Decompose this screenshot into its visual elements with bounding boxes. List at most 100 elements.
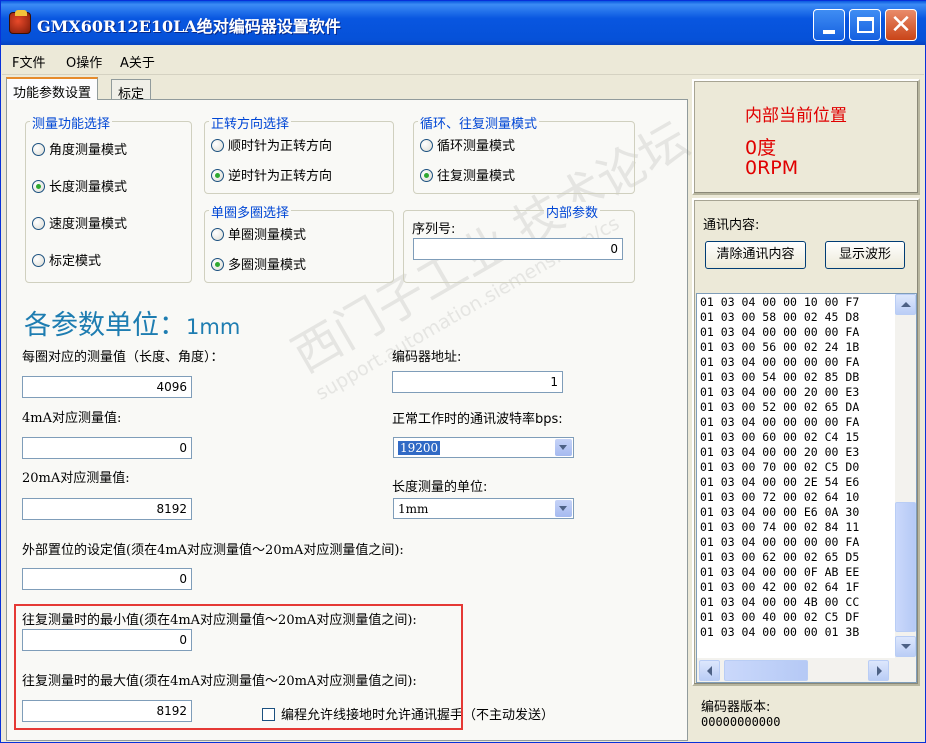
scroll-left-icon[interactable] xyxy=(699,660,720,681)
scroll-up-icon[interactable] xyxy=(895,294,916,315)
ma4-field[interactable]: 0 xyxy=(22,437,192,459)
units-title: 各参数单位： xyxy=(24,310,186,341)
version-value: 00000000000 xyxy=(701,715,781,729)
log-line: 01 03 04 00 00 20 00 E3 xyxy=(700,445,860,459)
chevron-down-icon xyxy=(555,439,572,456)
scroll-down-icon[interactable] xyxy=(895,636,916,657)
cycle-mode-group: 循环、往复测量模式 循环测量模式 往复测量模式 xyxy=(413,113,635,194)
position-rpm: 0RPM xyxy=(745,157,799,179)
radio-indicator-selected xyxy=(211,169,224,182)
ma4-label: 4mA对应测量值: xyxy=(22,411,122,426)
turn-mode-group: 单圈多圈选择 单圈测量模式 多圈测量模式 xyxy=(204,202,394,283)
length-unit-select[interactable]: 1mm xyxy=(393,498,574,519)
radio-length-mode[interactable]: 长度测量模式 xyxy=(32,176,127,195)
ma20-field[interactable]: 8192 xyxy=(22,498,192,520)
comm-log[interactable]: 01 03 04 00 00 10 00 F7 01 03 00 58 00 02… xyxy=(696,293,917,683)
log-line: 01 03 00 74 00 02 84 11 xyxy=(700,520,860,534)
external-set-field[interactable]: 0 xyxy=(22,568,192,590)
external-set-label: 外部置位的设定值(须在4mA对应测量值～20mA对应测量值之间): xyxy=(22,543,404,558)
units-value: 1mm xyxy=(186,315,241,339)
horizontal-scrollbar[interactable] xyxy=(697,658,916,682)
position-degrees: 0度 xyxy=(745,137,777,159)
version-label: 编码器版本: xyxy=(701,700,771,715)
log-line: 01 03 00 40 00 02 C5 DF xyxy=(700,610,860,624)
measure-function-title: 测量功能选择 xyxy=(30,113,113,132)
serial-label: 序列号: xyxy=(412,222,456,237)
maximize-button[interactable] xyxy=(849,9,881,41)
radio-cycle-mode[interactable]: 循环测量模式 xyxy=(420,135,515,154)
close-button[interactable]: ✕ xyxy=(885,9,917,41)
comm-title: 通讯内容: xyxy=(703,218,760,233)
radio-label: 速度测量模式 xyxy=(49,217,128,232)
radio-indicator xyxy=(32,217,45,230)
app-window: GMX60R12E10LA绝对编码器设置软件 ✕ F文件 O操作 A关于 功能参… xyxy=(0,0,926,743)
menu-about[interactable]: A关于 xyxy=(120,52,155,71)
radio-indicator-selected xyxy=(420,169,433,182)
radio-angle-mode[interactable]: 角度测量模式 xyxy=(32,139,127,158)
menu-bar: F文件 O操作 A关于 xyxy=(2,45,924,75)
ma20-label: 20mA对应测量值: xyxy=(22,471,130,486)
log-line: 01 03 00 54 00 02 85 DB xyxy=(700,370,860,384)
menu-file[interactable]: F文件 xyxy=(12,52,45,71)
vertical-scrollbar[interactable] xyxy=(895,294,916,658)
log-line: 01 03 04 00 00 00 01 3B xyxy=(700,625,860,639)
radio-indicator xyxy=(211,139,224,152)
position-panel: 内部当前位置 0度 0RPM xyxy=(692,79,920,195)
clear-comm-button[interactable]: 清除通讯内容 xyxy=(705,241,806,269)
tab-function-params[interactable]: 功能参数设置 xyxy=(6,77,99,101)
serial-field[interactable]: 0 xyxy=(413,238,623,260)
radio-clockwise[interactable]: 顺时针为正转方向 xyxy=(211,135,332,154)
minimize-button[interactable] xyxy=(813,9,845,41)
log-line: 01 03 00 42 00 02 64 1F xyxy=(700,580,860,594)
radio-label: 顺时针为正转方向 xyxy=(228,139,333,154)
baud-select[interactable]: 19200 xyxy=(393,437,574,458)
radio-single-turn[interactable]: 单圈测量模式 xyxy=(211,224,306,243)
window-title: GMX60R12E10LA绝对编码器设置软件 xyxy=(37,17,341,36)
per-turn-field[interactable]: 4096 xyxy=(22,376,192,398)
radio-indicator xyxy=(211,228,224,241)
log-line: 01 03 04 00 00 00 00 FA xyxy=(700,325,860,339)
log-line: 01 03 00 72 00 02 64 10 xyxy=(700,490,860,504)
turn-mode-title: 单圈多圈选择 xyxy=(209,202,292,221)
radio-label: 角度测量模式 xyxy=(49,143,128,158)
internal-params-group: 内部参数 序列号: 0 xyxy=(403,202,635,283)
log-line: 01 03 04 00 00 00 00 FA xyxy=(700,355,860,369)
title-bar[interactable]: GMX60R12E10LA绝对编码器设置软件 ✕ xyxy=(1,1,926,45)
menu-operate[interactable]: O操作 xyxy=(66,52,102,71)
radio-indicator xyxy=(420,139,433,152)
log-line: 01 03 00 60 00 02 C4 15 xyxy=(700,430,860,444)
position-title: 内部当前位置 xyxy=(745,106,847,126)
radio-label: 单圈测量模式 xyxy=(228,228,307,243)
baud-select-value: 19200 xyxy=(398,441,441,455)
maximize-icon xyxy=(857,17,874,33)
address-label: 编码器地址: xyxy=(392,350,462,365)
highlight-box xyxy=(14,604,463,730)
minimize-icon xyxy=(823,30,835,34)
log-line: 01 03 04 00 00 4B 00 CC xyxy=(700,595,860,609)
internal-params-title: 内部参数 xyxy=(544,202,601,221)
app-icon xyxy=(9,10,31,34)
log-line: 01 03 04 00 00 00 00 FA xyxy=(700,535,860,549)
radio-calibrate-mode[interactable]: 标定模式 xyxy=(32,250,101,269)
radio-label: 标定模式 xyxy=(49,254,102,269)
log-line: 01 03 04 00 00 0F AB EE xyxy=(700,565,860,579)
radio-label: 长度测量模式 xyxy=(49,180,128,195)
radio-speed-mode[interactable]: 速度测量模式 xyxy=(32,213,127,232)
show-waveform-button[interactable]: 显示波形 xyxy=(825,241,905,269)
scroll-right-icon[interactable] xyxy=(868,660,889,681)
radio-multi-turn[interactable]: 多圈测量模式 xyxy=(211,254,306,273)
address-field[interactable]: 1 xyxy=(392,371,563,393)
cycle-mode-title: 循环、往复测量模式 xyxy=(418,113,540,132)
vertical-scroll-thumb[interactable] xyxy=(895,502,916,632)
radio-indicator xyxy=(32,143,45,156)
length-unit-label: 长度测量的单位: xyxy=(392,480,488,495)
units-heading: 各参数单位：1mm xyxy=(24,303,240,342)
log-line: 01 03 00 58 00 02 45 D8 xyxy=(700,310,860,324)
horizontal-scroll-thumb[interactable] xyxy=(724,660,808,681)
radio-counterclockwise[interactable]: 逆时针为正转方向 xyxy=(211,165,332,184)
tab-calibrate[interactable]: 标定 xyxy=(111,79,152,102)
length-unit-select-value: 1mm xyxy=(398,502,429,516)
radio-indicator xyxy=(32,254,45,267)
radio-reciprocate-mode[interactable]: 往复测量模式 xyxy=(420,165,515,184)
comm-log-text: 01 03 04 00 00 10 00 F7 01 03 00 58 00 02… xyxy=(700,295,859,640)
